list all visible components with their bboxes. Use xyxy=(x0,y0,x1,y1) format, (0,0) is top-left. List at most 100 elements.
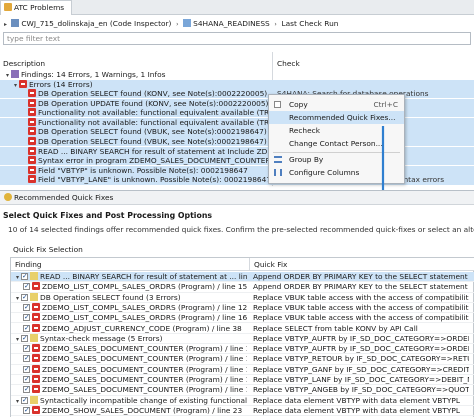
error-icon xyxy=(19,79,27,88)
finding-text: DB Operation SELECT found (3 Errors) xyxy=(40,292,181,302)
finding-checkbox[interactable] xyxy=(23,406,30,415)
quick-fix-row[interactable]: ZDEMO_LIST_COMPL_SALES_ORDRS (Program) /… xyxy=(11,302,474,314)
error-icon xyxy=(28,117,36,126)
finding-text: Functionality not available: functional … xyxy=(38,108,270,118)
finding-text: Field "VBTYP" is unknown. Possible Note(… xyxy=(38,165,248,175)
breadcrumb-project[interactable]: CWJ_715_dolinskaja_en (Code Inspector) xyxy=(21,19,171,28)
quick-fix-row[interactable]: ZDEMO_ADJUST_CURRENCY_CODE (Program) / l… xyxy=(11,323,474,334)
quick-fix-select[interactable]: Replace VBUK table access with the acces… xyxy=(253,292,469,302)
tab-atc-problems[interactable]: ATC Problems xyxy=(0,0,72,15)
column-header-check[interactable]: Check xyxy=(277,58,467,69)
quick-fix-text: Replace data element VBTYP with data ele… xyxy=(253,405,460,415)
collapse-icon[interactable]: ▾ xyxy=(14,335,21,343)
finding-checkbox[interactable] xyxy=(23,365,30,374)
quick-fix-group-row[interactable]: ▾ READ ... BINARY SEARCH for result of st… xyxy=(11,272,474,283)
finding-checkbox[interactable] xyxy=(21,396,28,405)
menu-item-copy[interactable]: Copy Ctrl+C xyxy=(269,98,404,111)
quick-fix-select[interactable]: Replace VBTYP_AUFTR by IF_SD_DOC_CATEGOR… xyxy=(253,344,469,353)
quick-fix-select[interactable]: Replace data element VBTYP with data ele… xyxy=(253,405,469,415)
quick-fix-row[interactable]: ZDEMO_SALES_DOCUMENT_COUNTER (Program) /… xyxy=(11,375,474,386)
quick-fix-row[interactable]: ZDEMO_SALES_DOCUMENT_COUNTER (Program) /… xyxy=(11,354,474,365)
collapse-icon[interactable]: ▾ xyxy=(14,397,21,405)
finding-checkbox[interactable] xyxy=(21,272,28,281)
finding-text: DB Operation UPDATE found (KONV, see Not… xyxy=(38,98,269,108)
error-icon xyxy=(32,313,40,322)
quick-fix-select[interactable]: Replace VBTYP_AUFTR by IF_SD_DOC_CATEGOR… xyxy=(253,334,469,343)
finding-text: READ ... BINARY SEARCH for result of sta… xyxy=(40,272,247,281)
table-body: ▾ READ ... BINARY SEARCH for result of st… xyxy=(11,272,474,417)
finding-text: Field "VBTYP_LANE" is unknown. Possible … xyxy=(38,175,270,185)
quick-fix-row[interactable]: ZDEMO_SHOW_SALES_DOCUMENT (Program) / li… xyxy=(11,405,474,417)
table-header: Finding Quick Fix xyxy=(11,258,474,271)
findings-icon xyxy=(11,70,19,78)
quick-fix-select[interactable]: Replace VBTYP_ANGEB by IF_SD_DOC_CATEGOR… xyxy=(253,385,469,394)
finding-checkbox[interactable] xyxy=(23,354,30,364)
finding-text: ZDEMO_SALES_DOCUMENT_COUNTER (Program) /… xyxy=(42,364,247,374)
quick-fix-dialog: Recommended Quick Fixes Select Quick Fix… xyxy=(0,190,474,417)
finding-checkbox[interactable] xyxy=(23,385,30,395)
column-header-finding[interactable]: Finding xyxy=(15,258,42,271)
error-icon xyxy=(28,98,36,107)
check-variant-icon xyxy=(183,19,192,27)
finding-checkbox[interactable] xyxy=(23,324,30,333)
column-header-description[interactable]: Description xyxy=(3,58,271,69)
breadcrumb: ▸ CWJ_715_dolinskaja_en (Code Inspector)… xyxy=(0,16,474,31)
finding-checkbox[interactable] xyxy=(23,344,30,353)
project-icon xyxy=(11,19,20,27)
breadcrumb-variant[interactable]: S4HANA_READINESS xyxy=(193,19,270,28)
quick-fix-text: Replace VBTYP_GANF by IF_SD_DOC_CATEGORY… xyxy=(253,364,469,374)
finding-text: ZDEMO_SALES_DOCUMENT_COUNTER (Program) /… xyxy=(42,344,247,354)
quick-fix-select[interactable]: Replace VBTYP_LANF by IF_SD_DOC_CATEGORY… xyxy=(253,375,469,384)
quick-fix-select[interactable]: Replace SELECT from table KONV by API Ca… xyxy=(253,324,469,333)
quick-fix-select[interactable]: Replace VBTYP_RETOUR by IF_SD_DOC_CATEGO… xyxy=(253,354,469,363)
finding-group-icon xyxy=(30,292,38,301)
finding-text: Functionality not available: functional … xyxy=(38,117,270,127)
collapse-icon[interactable]: ▾ xyxy=(14,273,21,281)
breadcrumb-run[interactable]: Last Check Run xyxy=(281,19,338,28)
quick-fix-text: Replace VBUK table access with the acces… xyxy=(253,292,469,302)
chevron-right-icon[interactable]: ▸ xyxy=(2,17,9,32)
copy-icon xyxy=(274,101,281,108)
column-divider[interactable] xyxy=(249,258,250,271)
expand-icon[interactable]: ▾ xyxy=(4,71,11,79)
expand-icon[interactable]: ▾ xyxy=(12,81,19,89)
tree-root[interactable]: ▾ Findings: 14 Errors, 1 Warnings, 1 Info… xyxy=(0,70,474,79)
quick-fix-group-row[interactable]: ▾ Syntactically incompatible change of ex… xyxy=(11,395,474,406)
quick-fix-row[interactable]: ZDEMO_SALES_DOCUMENT_COUNTER (Program) /… xyxy=(11,385,474,396)
finding-checkbox[interactable] xyxy=(23,303,30,312)
quick-fix-group-row[interactable]: ▾ Syntax-check message (5 Errors) Replace … xyxy=(11,333,474,345)
error-icon xyxy=(28,137,36,145)
finding-checkbox[interactable] xyxy=(21,334,28,343)
quick-fix-row[interactable]: ZDEMO_LIST_COMPL_SALES_ORDRS (Program) /… xyxy=(11,282,474,293)
quick-fix-text: Replace data element VBTYP with data ele… xyxy=(253,395,460,405)
error-icon xyxy=(28,108,36,117)
tree-errors-group[interactable]: ▾ Errors (14 Errors) xyxy=(0,79,474,89)
quick-fix-row[interactable]: ZDEMO_SALES_DOCUMENT_COUNTER (Program) /… xyxy=(11,344,474,355)
finding-checkbox[interactable] xyxy=(23,313,30,322)
quick-fix-select[interactable]: Replace data element VBTYP with data ele… xyxy=(253,395,469,405)
finding-text: Syntax-check message (5 Errors) xyxy=(40,333,163,343)
error-icon xyxy=(32,375,40,383)
finding-checkbox[interactable] xyxy=(21,293,28,302)
finding-checkbox[interactable] xyxy=(23,282,30,292)
quick-fix-select[interactable]: Append ORDER BY PRIMARY KEY to the SELEC… xyxy=(253,282,469,291)
error-icon xyxy=(28,89,36,97)
quick-fix-table: Finding Quick Fix ▾ READ ... BINARY SEARC… xyxy=(10,257,474,417)
quick-fix-row[interactable]: ZDEMO_LIST_COMPL_SALES_ORDRS (Program) /… xyxy=(11,313,474,324)
column-header-quick-fix[interactable]: Quick Fix xyxy=(254,258,287,271)
dialog-section-label: Quick Fix Selection xyxy=(13,245,83,254)
collapse-icon[interactable]: ▾ xyxy=(14,294,21,302)
finding-text: ZDEMO_LIST_COMPL_SALES_ORDRS (Program) /… xyxy=(42,302,247,312)
finding-checkbox[interactable] xyxy=(23,375,30,384)
filter-input[interactable]: type filter text xyxy=(3,32,471,45)
quick-fix-select[interactable]: Replace VBUK table access with the acces… xyxy=(253,303,469,312)
quick-fix-select[interactable]: Append ORDER BY PRIMARY KEY to the SELEC… xyxy=(253,272,469,281)
quick-fix-select[interactable]: Replace VBUK table access with the acces… xyxy=(253,313,469,322)
quick-fix-group-row[interactable]: ▾ DB Operation SELECT found (3 Errors) Rep… xyxy=(11,292,474,303)
quick-fix-row[interactable]: ZDEMO_SALES_DOCUMENT_COUNTER (Program) /… xyxy=(11,364,474,375)
quick-fix-text: Replace VBTYP_LANF by IF_SD_DOC_CATEGORY… xyxy=(253,375,469,384)
error-icon xyxy=(32,344,40,353)
quick-fix-select[interactable]: Replace VBTYP_GANF by IF_SD_DOC_CATEGORY… xyxy=(253,364,469,374)
atc-problems-icon xyxy=(4,3,12,11)
dialog-info: 10 of 14 selected findings offer recomme… xyxy=(8,225,474,234)
